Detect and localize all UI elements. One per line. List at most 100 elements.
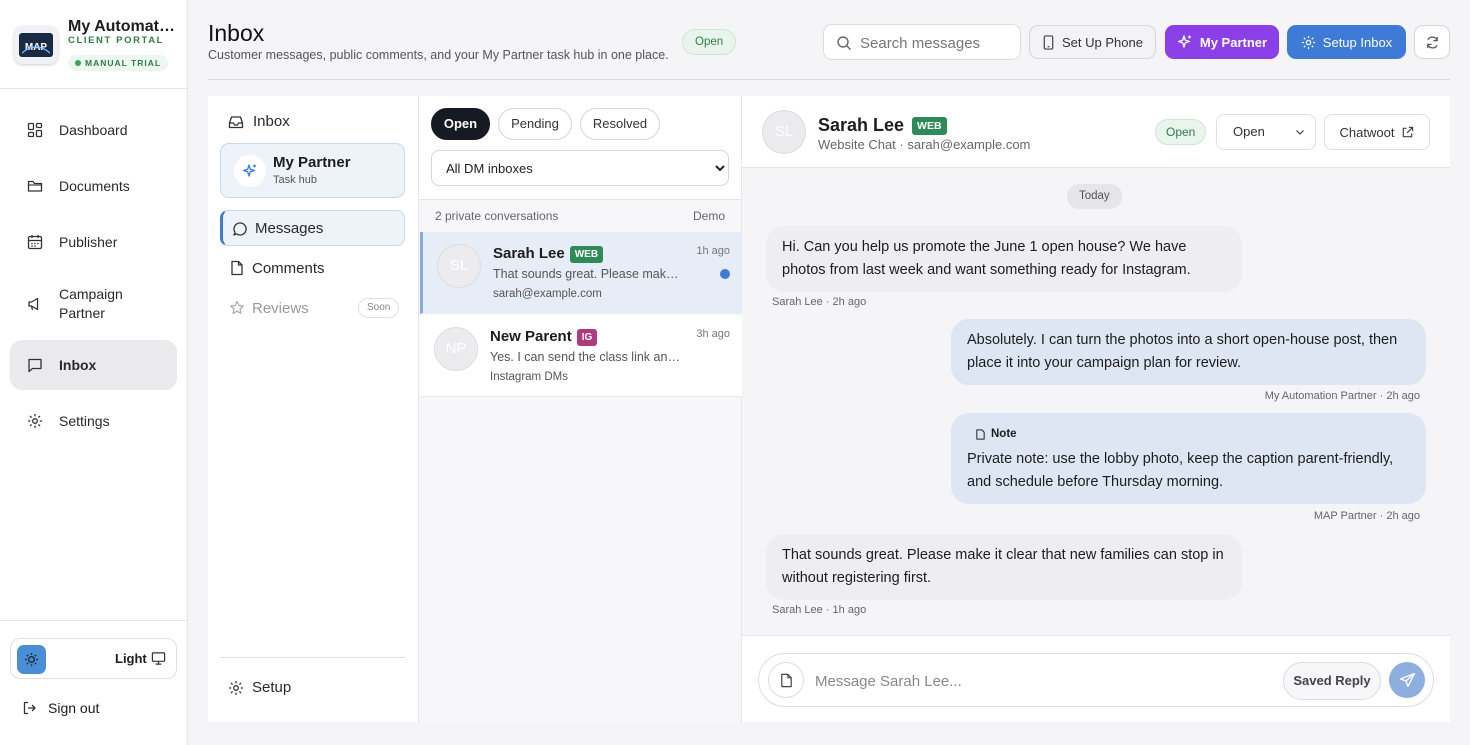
send-button[interactable]: [1389, 662, 1425, 698]
status-select[interactable]: Open: [1216, 114, 1316, 150]
monitor-icon: [151, 652, 166, 665]
conversation-item[interactable]: NP New Parent IG 3h ago Yes. I can send t…: [420, 315, 742, 397]
my-partner-card[interactable]: My Partner Task hub: [220, 143, 405, 198]
contact-name: Sarah Lee WEB: [493, 245, 604, 263]
setup-inbox-button[interactable]: Setup Inbox: [1287, 25, 1406, 59]
page-subtitle: Customer messages, public comments, and …: [208, 48, 669, 62]
note-icon: [976, 429, 985, 440]
refresh-icon: [1426, 35, 1438, 49]
composer: Saved Reply: [742, 635, 1450, 722]
conversation-thread: SL Sarah Lee WEB Website Chat · sarah@exa…: [742, 96, 1450, 722]
divider: [0, 88, 187, 89]
sidebar-item-dashboard[interactable]: Dashboard: [10, 105, 177, 155]
my-partner-label: My Partner: [1199, 34, 1268, 50]
inbox-filter-select[interactable]: All DM inboxes: [431, 150, 729, 186]
sidebar-item-label: Dashboard: [59, 122, 128, 138]
sidebar-item-publisher[interactable]: Publisher: [10, 217, 177, 267]
conversation-filters: Open Pending Resolved All DM inboxes: [419, 96, 741, 200]
theme-label: Light: [115, 651, 147, 666]
set-up-phone-button[interactable]: Set Up Phone: [1029, 25, 1156, 59]
my-partner-subtitle: Task hub: [273, 174, 318, 186]
brand-logo: MAP: [14, 26, 58, 64]
private-note: Note Private note: use the lobby photo, …: [951, 413, 1426, 504]
note-label: Note: [975, 423, 1410, 446]
sidebar-item-inbox[interactable]: Inbox: [10, 340, 177, 390]
sign-out-button[interactable]: Sign out: [22, 700, 99, 716]
message-input[interactable]: [815, 670, 1265, 692]
brand: MAP My Automation Partner CLIENT PORTAL …: [14, 18, 184, 75]
contact-name-text: Sarah Lee: [493, 245, 565, 262]
channel-tag: WEB: [912, 117, 947, 135]
search-input[interactable]: [860, 33, 1010, 53]
avatar: SL: [762, 110, 806, 154]
nav-comments[interactable]: Comments: [220, 250, 405, 286]
sidebar-item-label: Publisher: [59, 234, 118, 250]
theme-toggle[interactable]: Light: [10, 638, 177, 679]
brand-subtitle: CLIENT PORTAL: [68, 35, 165, 46]
attach-button[interactable]: [768, 662, 804, 698]
folder-icon: [27, 180, 43, 192]
sun-icon: [17, 645, 46, 674]
gear-icon: [229, 680, 243, 695]
my-partner-button[interactable]: My Partner: [1165, 25, 1279, 59]
external-link-icon: [1403, 126, 1414, 137]
contact-name: New Parent IG: [490, 328, 598, 346]
message-bubble-incoming: That sounds great. Please make it clear …: [766, 534, 1242, 600]
timestamp: 3h ago: [696, 328, 730, 340]
contact-detail: Instagram DMs: [490, 371, 568, 383]
message-meta: Sarah Lee · 1h ago: [772, 604, 867, 616]
message-preview: That sounds great. Please make it clear …: [493, 267, 685, 281]
message-preview: Yes. I can send the class link and sched…: [490, 350, 682, 364]
day-separator: Today: [1067, 184, 1122, 209]
tab-open[interactable]: Open: [431, 108, 490, 140]
tab-pending[interactable]: Pending: [498, 108, 572, 140]
search-box[interactable]: [823, 24, 1021, 60]
chat-icon: [28, 358, 42, 373]
channel-tag: WEB: [569, 246, 604, 263]
trial-badge: MANUAL TRIAL: [68, 55, 169, 71]
gear-icon: [28, 414, 42, 428]
sparkle-icon: [1177, 35, 1191, 48]
sidebar-item-settings[interactable]: Settings: [10, 396, 177, 446]
nav-reviews: Reviews Soon: [220, 290, 405, 326]
nav-setup[interactable]: Setup: [228, 679, 291, 696]
contact-detail: sarah@example.com: [493, 288, 602, 300]
nav-inbox-label: Inbox: [253, 113, 290, 130]
sidebar-item-campaign-partner[interactable]: Campaign Partner: [10, 276, 150, 332]
message-meta: My Automation Partner · 2h ago: [1264, 390, 1420, 402]
demo-label: Demo: [692, 209, 725, 223]
soon-badge: Soon: [358, 298, 400, 318]
note-text: Private note: use the lobby photo, keep …: [967, 451, 1394, 490]
channel-nav: Inbox My Partner Task hub Messages Comme…: [208, 96, 418, 722]
inbox-icon: [228, 115, 244, 128]
message-meta: Sarah Lee · 2h ago: [772, 296, 867, 308]
nav-messages[interactable]: Messages: [220, 210, 405, 246]
thread-header: SL Sarah Lee WEB Website Chat · sarah@exa…: [742, 96, 1450, 168]
tab-resolved[interactable]: Resolved: [580, 108, 660, 140]
compose-box: Saved Reply: [758, 653, 1434, 707]
contact-name-text: Sarah Lee: [818, 115, 905, 135]
conversation-list: Open Pending Resolved All DM inboxes 2 p…: [418, 96, 742, 722]
avatar: SL: [437, 244, 481, 288]
saved-reply-button[interactable]: Saved Reply: [1283, 662, 1381, 700]
my-partner-title: My Partner: [273, 154, 351, 171]
status-badge: Open: [682, 29, 737, 55]
nav-comments-label: Comments: [252, 259, 325, 277]
brand-name: My Automation Partner: [68, 18, 176, 35]
sidebar-item-label: Campaign Partner: [59, 286, 123, 321]
chatwoot-link[interactable]: Chatwoot: [1324, 114, 1430, 150]
conversation-item[interactable]: SL Sarah Lee WEB 1h ago That sounds great…: [420, 232, 742, 314]
chevron-down-icon: [1296, 130, 1304, 135]
refresh-button[interactable]: [1414, 25, 1450, 59]
nav-inbox[interactable]: Inbox: [228, 113, 290, 130]
nav-reviews-label: Reviews: [252, 299, 309, 317]
conversation-count: 2 private conversations: [435, 209, 559, 223]
note-label-text: Note: [991, 428, 1017, 440]
contact-name-text: New Parent: [490, 328, 572, 345]
set-up-phone-label: Set Up Phone: [1062, 34, 1143, 50]
sidebar-item-documents[interactable]: Documents: [10, 161, 177, 211]
file-icon: [780, 673, 792, 687]
chatwoot-label: Chatwoot: [1339, 124, 1395, 140]
sparkle-icon: [234, 155, 266, 187]
timestamp: 1h ago: [696, 245, 730, 257]
